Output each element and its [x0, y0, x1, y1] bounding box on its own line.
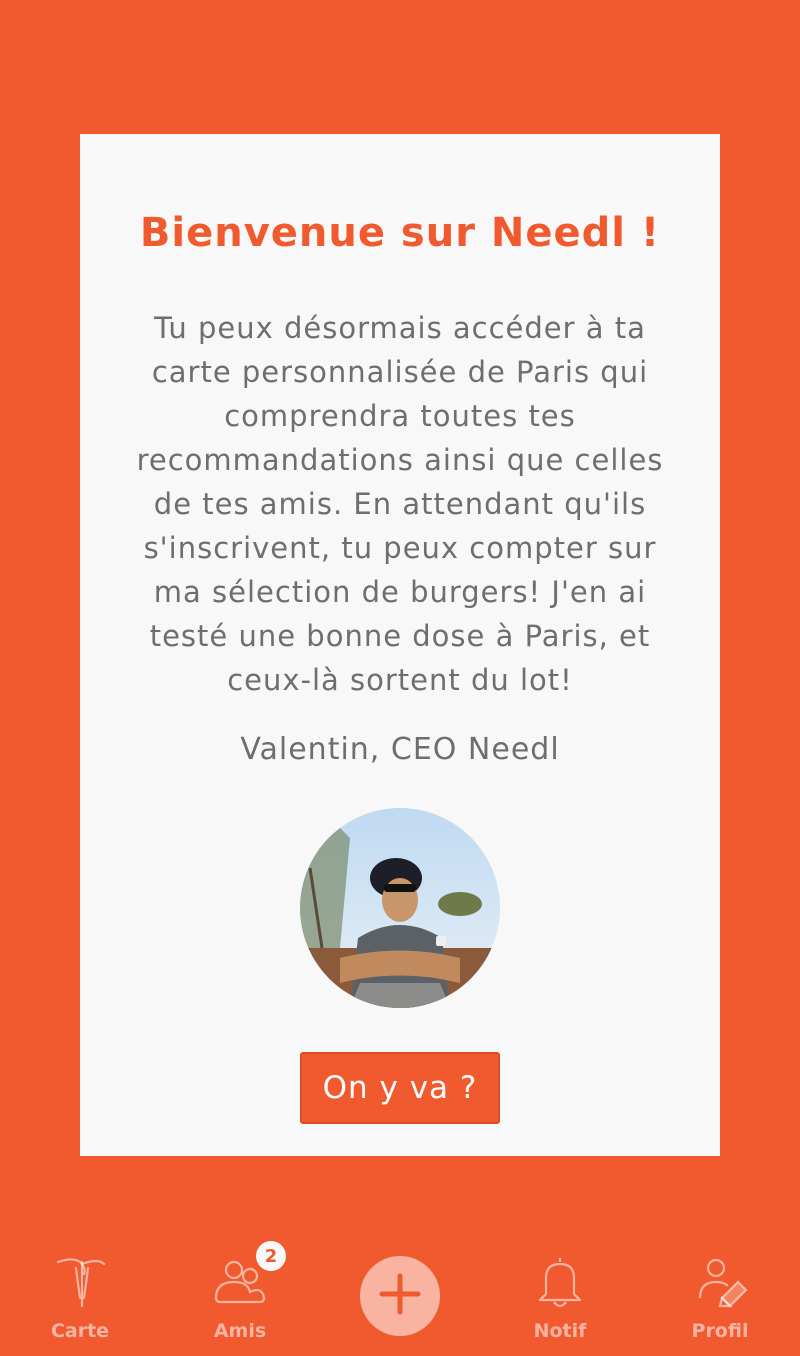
- tab-notif-label: Notif: [533, 1320, 587, 1342]
- welcome-screen: Bienvenue sur Needl ! Tu peux désormais …: [0, 0, 800, 1356]
- welcome-title: Bienvenue sur Needl !: [139, 210, 661, 256]
- bell-icon: [532, 1254, 588, 1310]
- friends-notification-badge: 2: [256, 1241, 286, 1271]
- tab-profil-label: Profil: [691, 1320, 749, 1342]
- message-line: ceux-là sortent du lot!: [227, 663, 573, 697]
- tab-carte-label: Carte: [50, 1320, 110, 1342]
- welcome-message: Tu peux désormais accéder à ta carte per…: [126, 306, 674, 702]
- message-line: Tu peux désormais accéder à ta: [154, 311, 646, 345]
- message-line: carte personnalisée de Paris qui: [151, 355, 649, 389]
- signature: Valentin, CEO Needl: [240, 732, 560, 767]
- message-line: testé une bonne dose à Paris, et: [149, 619, 651, 653]
- needle-icon: [52, 1254, 108, 1310]
- message-line: comprendra toutes tes: [224, 399, 576, 433]
- tab-amis-label: Amis: [213, 1320, 267, 1342]
- plus-icon: [378, 1272, 422, 1320]
- message-line: s'inscrivent, tu peux compter sur: [143, 531, 657, 565]
- add-button[interactable]: [360, 1256, 440, 1336]
- message-line: ma sélection de burgers! J'en ai: [153, 575, 647, 609]
- tab-profil[interactable]: Profil: [640, 1236, 800, 1356]
- ceo-avatar: [300, 808, 500, 1008]
- tab-notif[interactable]: Notif: [480, 1236, 640, 1356]
- lets-go-button[interactable]: On y va ?: [300, 1052, 500, 1124]
- message-line: de tes amis. En attendant qu'ils: [153, 487, 647, 521]
- welcome-card: Bienvenue sur Needl ! Tu peux désormais …: [80, 134, 720, 1156]
- message-line: recommandations ainsi que celles: [136, 443, 664, 477]
- tab-carte[interactable]: Carte: [0, 1236, 160, 1356]
- tab-amis[interactable]: Amis: [160, 1236, 320, 1356]
- bottom-tab-bar: Carte Amis Notif Profil 2: [0, 1236, 800, 1356]
- profile-edit-icon: [692, 1254, 748, 1310]
